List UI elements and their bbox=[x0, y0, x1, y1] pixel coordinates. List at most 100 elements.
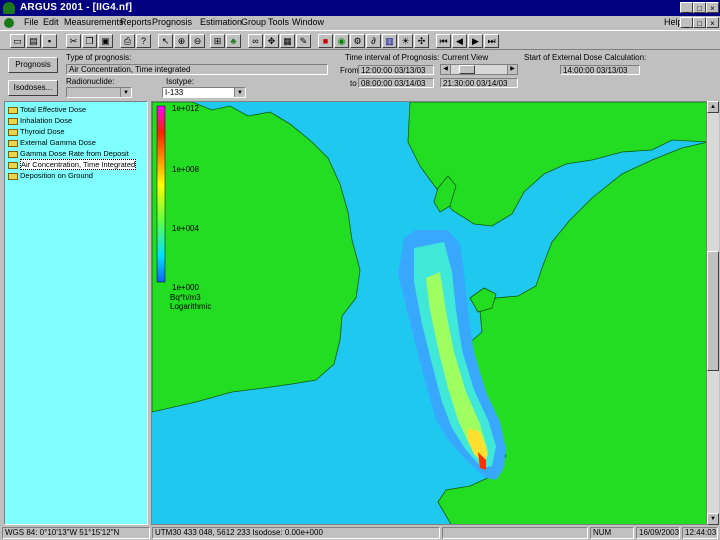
slider-right-arrow-icon[interactable]: ▶ bbox=[507, 65, 517, 74]
close-button[interactable]: × bbox=[706, 2, 719, 13]
folder-icon bbox=[8, 161, 18, 169]
maximize-button[interactable]: □ bbox=[693, 2, 706, 13]
folder-icon bbox=[8, 139, 18, 147]
pan-icon[interactable]: ✥ bbox=[264, 34, 279, 48]
new-file-icon[interactable]: ▭ bbox=[10, 34, 25, 48]
help-icon[interactable]: ? bbox=[136, 34, 151, 48]
list-item-selected[interactable]: Air Concentration, Time Integrated bbox=[8, 159, 137, 170]
type-label: Type of prognosis: bbox=[66, 53, 132, 62]
list-item[interactable]: Inhalation Dose bbox=[8, 116, 72, 126]
status-date: 16/09/2003 bbox=[636, 527, 680, 539]
start-external-dose-field: 14:00:00 03/13/03 bbox=[560, 65, 640, 75]
legend-tick-4: 1e+000 bbox=[172, 283, 199, 292]
cut-icon[interactable]: ✂ bbox=[66, 34, 81, 48]
compass-icon[interactable]: ✣ bbox=[414, 34, 429, 48]
from-label: From bbox=[340, 66, 359, 75]
map-icon[interactable]: ■ bbox=[318, 34, 333, 48]
save-icon[interactable]: ▪ bbox=[42, 34, 57, 48]
layer-icon[interactable]: ▦ bbox=[280, 34, 295, 48]
start-external-dose-label: Start of External Dose Calculation: bbox=[524, 53, 647, 62]
doc-minimize-button[interactable]: _ bbox=[680, 17, 693, 28]
scroll-thumb[interactable] bbox=[707, 251, 719, 371]
grid-icon[interactable]: ▥ bbox=[382, 34, 397, 48]
legend-color-bar bbox=[156, 105, 166, 283]
status-num-lock: NUM bbox=[590, 527, 634, 539]
zoom-in-icon[interactable]: ⊕ bbox=[174, 34, 189, 48]
folder-icon bbox=[8, 172, 18, 180]
link-icon[interactable]: ∂ bbox=[366, 34, 381, 48]
time-slider[interactable]: ◀ ▶ bbox=[440, 64, 518, 75]
previous-frame-icon[interactable]: ◀ bbox=[452, 34, 467, 48]
map-canvas: 1e+012 1e+008 1e+004 1e+000 Bq*h/m3 Loga… bbox=[152, 102, 706, 524]
list-item[interactable]: Thyroid Dose bbox=[8, 127, 65, 137]
menu-measurements[interactable]: Measurements bbox=[64, 17, 124, 27]
zoom-fit-icon[interactable]: ⊞ bbox=[210, 34, 225, 48]
status-bar: WGS 84: 0°10'13"W 51°15'12"N UTM30 433 0… bbox=[0, 526, 720, 540]
globe-icon[interactable]: ◉ bbox=[334, 34, 349, 48]
scroll-up-arrow-icon[interactable]: ▲ bbox=[707, 101, 719, 113]
menu-file[interactable]: File bbox=[24, 17, 39, 27]
menu-edit[interactable]: Edit bbox=[43, 17, 59, 27]
binoculars-icon[interactable]: ∞ bbox=[248, 34, 263, 48]
document-tree-icon bbox=[4, 18, 14, 28]
radionuclide-select[interactable]: ▼ bbox=[66, 87, 132, 98]
status-time: 12:44:03 bbox=[682, 527, 718, 539]
title-bar: ARGUS 2001 - [IIG4.nf] _ □ × bbox=[0, 0, 720, 16]
scroll-down-arrow-icon[interactable]: ▼ bbox=[707, 513, 719, 525]
isodoses-button[interactable]: Isodoses... bbox=[8, 80, 58, 96]
legend-unit: Bq*h/m3 bbox=[170, 293, 201, 302]
edit-map-icon[interactable]: ✎ bbox=[296, 34, 311, 48]
legend-tick-2: 1e+008 bbox=[172, 165, 199, 174]
isotype-label: Isotype: bbox=[166, 77, 195, 86]
status-empty bbox=[442, 527, 588, 539]
legend-tick-3: 1e+004 bbox=[172, 224, 199, 233]
to-label: to bbox=[350, 79, 357, 88]
current-view-field: 21:30:00 03/14/03 bbox=[440, 78, 518, 88]
last-frame-icon[interactable]: ⏭ bbox=[484, 34, 499, 48]
settings-icon[interactable]: ⚙ bbox=[350, 34, 365, 48]
legend-tick-1: 1e+012 bbox=[172, 104, 199, 113]
window-title: ARGUS 2001 - [IIG4.nf] bbox=[20, 2, 133, 13]
weather-icon[interactable]: ☀ bbox=[398, 34, 413, 48]
list-item[interactable]: Total Effective Dose bbox=[8, 105, 86, 115]
prognosis-button[interactable]: Prognosis bbox=[8, 57, 58, 73]
dispersion-map[interactable]: 1e+012 1e+008 1e+004 1e+000 Bq*h/m3 Loga… bbox=[151, 101, 707, 525]
next-frame-icon[interactable]: ▶ bbox=[468, 34, 483, 48]
chevron-down-icon: ▼ bbox=[234, 88, 245, 97]
folder-icon bbox=[8, 150, 18, 158]
list-item[interactable]: Gamma Dose Rate from Deposit bbox=[8, 149, 129, 159]
minimize-button[interactable]: _ bbox=[680, 2, 693, 13]
map-vertical-scrollbar[interactable]: ▲ ▼ bbox=[707, 101, 719, 525]
slider-left-arrow-icon[interactable]: ◀ bbox=[441, 65, 451, 74]
list-item[interactable]: Deposition on Ground bbox=[8, 171, 93, 181]
first-frame-icon[interactable]: ⏮ bbox=[436, 34, 451, 48]
open-folder-icon[interactable]: ▤ bbox=[26, 34, 41, 48]
folder-icon bbox=[8, 128, 18, 136]
copy-icon[interactable]: ❐ bbox=[82, 34, 97, 48]
slider-thumb[interactable] bbox=[459, 65, 475, 74]
menu-tools[interactable]: Tools bbox=[268, 17, 289, 27]
menu-window[interactable]: Window bbox=[292, 17, 324, 27]
paste-icon[interactable]: ▣ bbox=[98, 34, 113, 48]
chevron-down-icon: ▼ bbox=[120, 88, 131, 97]
doc-restore-button[interactable]: □ bbox=[693, 17, 706, 28]
zoom-out-icon[interactable]: ⊖ bbox=[190, 34, 205, 48]
to-field: 08:00:00 03/14/03 bbox=[358, 78, 434, 88]
from-field: 12:00:00 03/13/03 bbox=[358, 65, 434, 75]
menu-reports[interactable]: Reports bbox=[120, 17, 152, 27]
print-icon[interactable]: ⎙ bbox=[120, 34, 135, 48]
folder-icon bbox=[8, 117, 18, 125]
current-view-label: Current View bbox=[442, 53, 489, 62]
menu-prognosis[interactable]: Prognosis bbox=[152, 17, 192, 27]
menu-group[interactable]: Group bbox=[241, 17, 266, 27]
type-field: Air Concentration, Time integrated bbox=[66, 64, 328, 75]
time-interval-label: Time interval of Prognosis: bbox=[345, 53, 440, 62]
pointer-icon[interactable]: ↖ bbox=[158, 34, 173, 48]
tree-icon[interactable]: ♣ bbox=[226, 34, 241, 48]
status-utm-isodose: UTM30 433 048, 5612 233 Isodose: 0.00e+0… bbox=[152, 527, 440, 539]
legend-scale: Logarithmic bbox=[170, 302, 211, 311]
isotype-select[interactable]: I-133 ▼ bbox=[162, 87, 246, 98]
menu-estimation[interactable]: Estimation bbox=[200, 17, 242, 27]
list-item[interactable]: External Gamma Dose bbox=[8, 138, 96, 148]
doc-close-button[interactable]: × bbox=[706, 17, 719, 28]
